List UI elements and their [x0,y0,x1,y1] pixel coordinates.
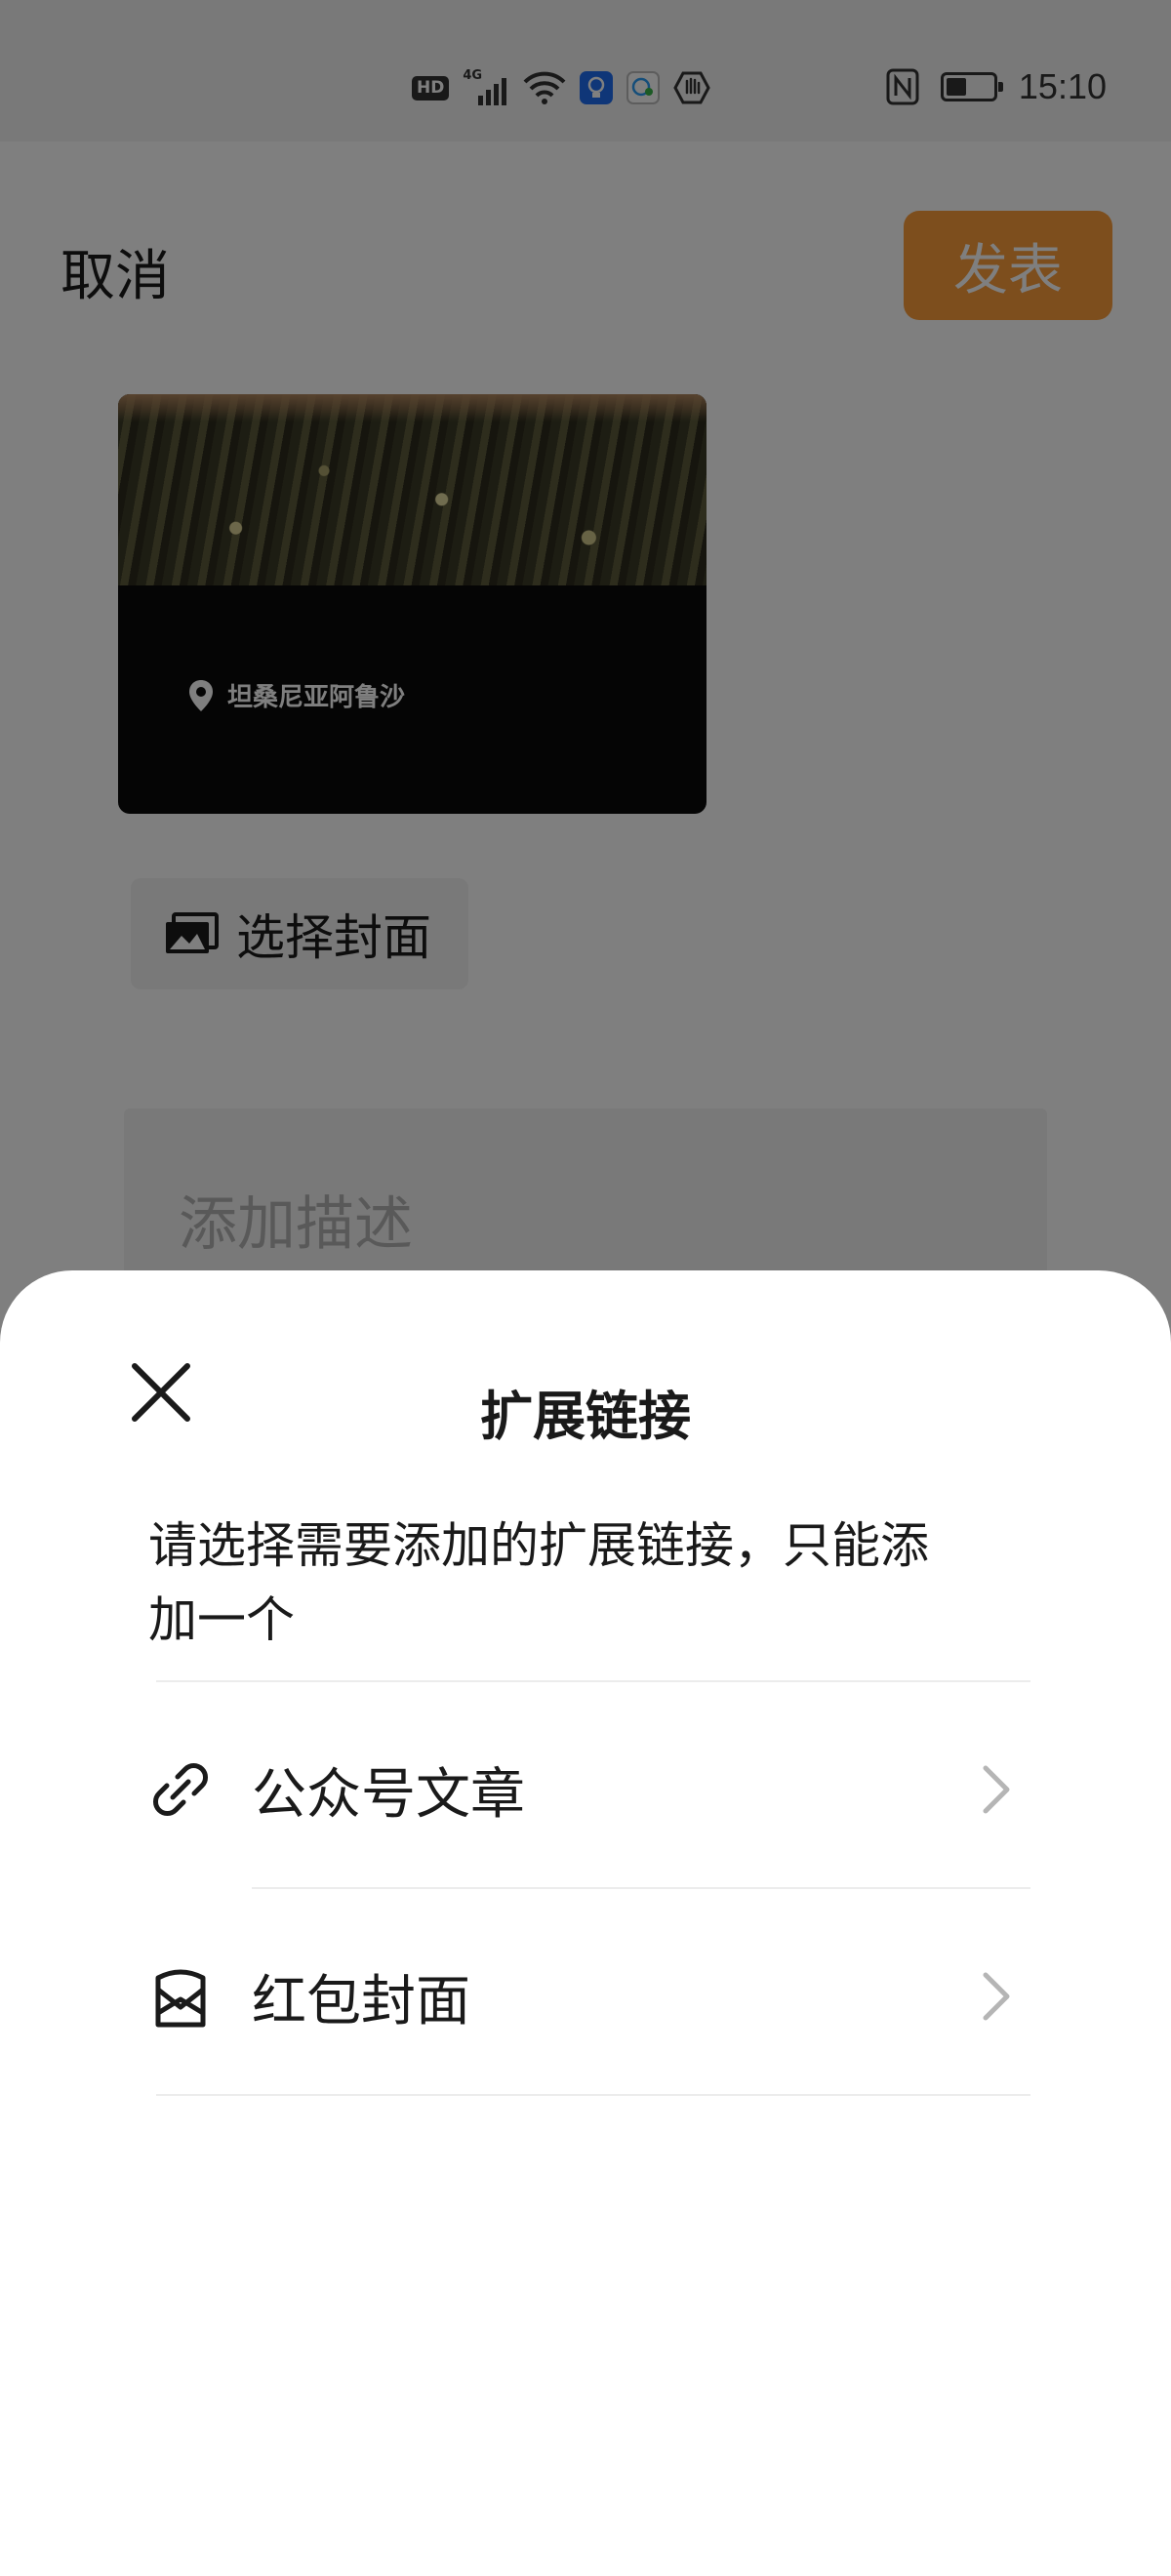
divider [156,1680,1030,1682]
list-item-label: 公众号文章 [252,1762,525,1827]
divider [252,1887,1030,1889]
list-item-official-account-article[interactable]: 公众号文章 [148,1686,1027,1893]
chevron-right-icon [983,1765,1010,1814]
list-item-label: 红包封面 [252,1969,470,2033]
sheet-title: 扩展链接 [480,1386,691,1447]
sheet-description: 请选择需要添加的扩展链接，只能添加一个 [148,1517,929,1648]
screen: HD 4G [0,0,1171,2576]
divider [156,2094,1030,2096]
chevron-right-icon [983,1972,1010,2021]
list-item-red-packet-cover[interactable]: 红包封面 [148,1893,1027,2100]
extension-link-sheet: 扩展链接 请选择需要添加的扩展链接，只能添加一个 公众号文章 红包封面 [0,1270,1171,2576]
red-packet-icon [155,1969,206,2028]
link-icon [153,1763,208,1816]
